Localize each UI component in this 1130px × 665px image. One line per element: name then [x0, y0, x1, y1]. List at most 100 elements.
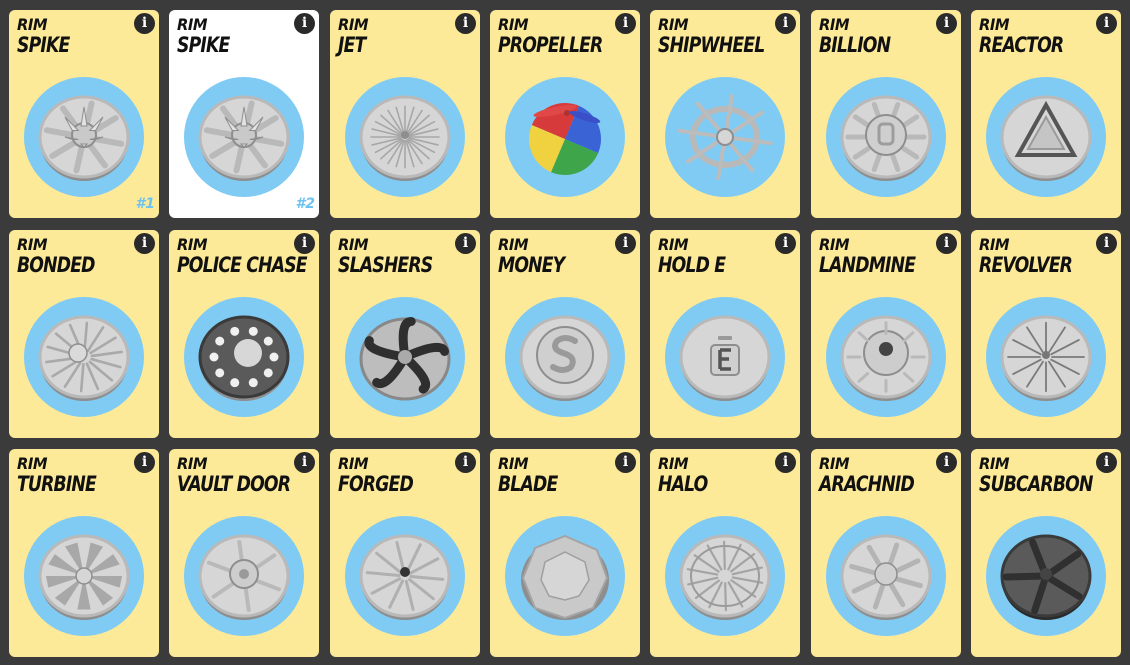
info-icon[interactable]: i: [1096, 233, 1117, 254]
info-icon[interactable]: i: [294, 233, 315, 254]
info-icon[interactable]: i: [455, 452, 476, 473]
item-name-label: LANDMINE: [819, 253, 916, 277]
item-type-label: RIM: [498, 15, 529, 34]
turbine-rim-icon: [38, 534, 130, 620]
item-card[interactable]: RIM SUBCARBON i: [971, 449, 1121, 657]
item-name-label: SHIPWHEEL: [658, 33, 765, 57]
item-card[interactable]: RIM VAULT DOOR i: [169, 449, 319, 657]
item-type-label: RIM: [979, 15, 1010, 34]
item-type-label: RIM: [658, 235, 689, 254]
item-type-label: RIM: [177, 454, 208, 473]
info-icon[interactable]: i: [775, 452, 796, 473]
item-name-label: SLASHERS: [338, 253, 433, 277]
propeller-cap-icon: [529, 103, 601, 175]
rim-inventory-grid: RIM SPIKE i #1 RIM SPIKE i #2 RIM JET i RIM PROPELLE…: [0, 0, 1130, 665]
info-icon[interactable]: i: [294, 452, 315, 473]
spike-rim-icon: [198, 95, 290, 181]
item-name-label: VAULT DOOR: [177, 472, 291, 496]
item-card[interactable]: RIM SPIKE i #1: [9, 10, 159, 218]
info-icon[interactable]: i: [1096, 452, 1117, 473]
item-card[interactable]: RIM PROPELLER i: [490, 10, 640, 218]
item-type-label: RIM: [498, 454, 529, 473]
item-card[interactable]: RIM REVOLVER i: [971, 230, 1121, 438]
info-icon[interactable]: i: [936, 452, 957, 473]
arachnid-rim-icon: [840, 534, 932, 620]
item-name-label: PROPELLER: [498, 33, 603, 57]
item-type-label: RIM: [498, 235, 529, 254]
item-name-label: BLADE: [498, 472, 558, 496]
item-type-label: RIM: [17, 454, 48, 473]
item-type-label: RIM: [17, 15, 48, 34]
info-icon[interactable]: i: [775, 233, 796, 254]
item-card[interactable]: RIM LANDMINE i: [811, 230, 961, 438]
info-icon[interactable]: i: [134, 13, 155, 34]
info-icon[interactable]: i: [455, 233, 476, 254]
landmine-rim-icon: [840, 315, 932, 401]
bonded-rim-icon: [38, 315, 130, 401]
item-card[interactable]: RIM BLADE i: [490, 449, 640, 657]
item-name-label: TURBINE: [17, 472, 97, 496]
item-card[interactable]: RIM SLASHERS i: [330, 230, 480, 438]
info-icon[interactable]: i: [615, 13, 636, 34]
item-card[interactable]: RIM ARACHNID i: [811, 449, 961, 657]
item-name-label: REVOLVER: [979, 253, 1073, 277]
vault-door-rim-icon: [198, 534, 290, 620]
item-card[interactable]: RIM TURBINE i: [9, 449, 159, 657]
item-card[interactable]: RIM SHIPWHEEL i: [650, 10, 800, 218]
item-type-label: RIM: [979, 235, 1010, 254]
item-name-label: POLICE CHASE: [177, 253, 308, 277]
duplicate-badge: #2: [295, 196, 315, 212]
item-card[interactable]: RIM HOLD E i: [650, 230, 800, 438]
info-icon[interactable]: i: [936, 233, 957, 254]
info-icon[interactable]: i: [615, 452, 636, 473]
info-icon[interactable]: i: [936, 13, 957, 34]
item-name-label: BILLION: [819, 33, 891, 57]
item-type-label: RIM: [177, 15, 208, 34]
info-icon[interactable]: i: [455, 13, 476, 34]
item-type-label: RIM: [17, 235, 48, 254]
item-card[interactable]: RIM BONDED i: [9, 230, 159, 438]
item-name-label: SPIKE: [17, 33, 70, 57]
item-card[interactable]: RIM REACTOR i: [971, 10, 1121, 218]
item-type-label: RIM: [979, 454, 1010, 473]
item-name-label: SUBCARBON: [979, 472, 1093, 496]
hold-e-rim-icon: [679, 315, 771, 401]
info-icon[interactable]: i: [775, 13, 796, 34]
jet-rim-icon: [359, 95, 451, 181]
item-card[interactable]: RIM FORGED i: [330, 449, 480, 657]
item-name-label: HALO: [658, 472, 708, 496]
info-icon[interactable]: i: [134, 452, 155, 473]
police-chase-rim-icon: [198, 315, 290, 401]
spike-rim-icon: [38, 95, 130, 181]
subcarbon-rim-icon: [1000, 534, 1092, 620]
item-card[interactable]: RIM BILLION i: [811, 10, 961, 218]
item-name-label: HOLD E: [658, 253, 726, 277]
duplicate-badge: #1: [135, 196, 155, 212]
info-icon[interactable]: i: [134, 233, 155, 254]
money-rim-icon: [519, 315, 611, 401]
item-card[interactable]: RIM MONEY i: [490, 230, 640, 438]
item-type-label: RIM: [177, 235, 208, 254]
item-card[interactable]: RIM JET i: [330, 10, 480, 218]
item-type-label: RIM: [658, 15, 689, 34]
item-name-label: BONDED: [17, 253, 95, 277]
info-icon[interactable]: i: [615, 233, 636, 254]
revolver-rim-icon: [1000, 315, 1092, 401]
item-card[interactable]: RIM POLICE CHASE i: [169, 230, 319, 438]
info-icon[interactable]: i: [1096, 13, 1117, 34]
billion-rim-icon: [840, 95, 932, 181]
info-icon[interactable]: i: [294, 13, 315, 34]
item-name-label: ARACHNID: [819, 472, 915, 496]
item-name-label: FORGED: [338, 472, 414, 496]
item-type-label: RIM: [658, 454, 689, 473]
item-name-label: JET: [338, 33, 366, 57]
item-card[interactable]: RIM SPIKE i #2: [169, 10, 319, 218]
item-name-label: MONEY: [498, 253, 565, 277]
slashers-rim-icon: [359, 316, 451, 401]
item-type-label: RIM: [338, 235, 369, 254]
item-card[interactable]: RIM HALO i: [650, 449, 800, 657]
item-type-label: RIM: [338, 454, 369, 473]
item-type-label: RIM: [819, 454, 850, 473]
item-type-label: RIM: [819, 235, 850, 254]
reactor-rim-icon: [1000, 95, 1092, 181]
